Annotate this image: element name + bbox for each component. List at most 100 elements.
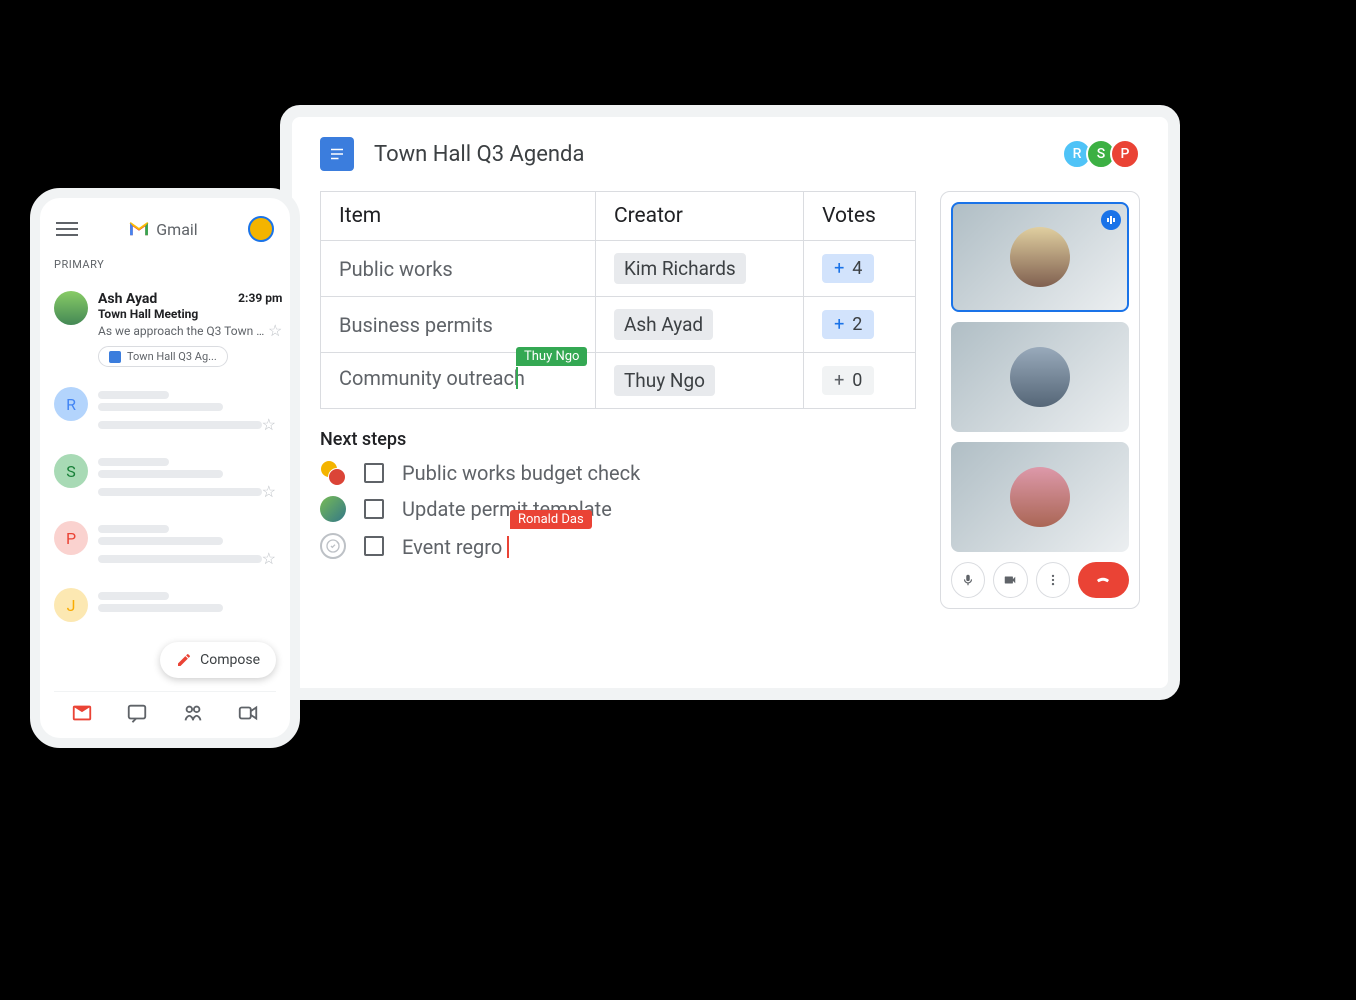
creator-chip[interactable]: Thuy Ngo	[614, 365, 715, 396]
cell-creator[interactable]: Thuy Ngo	[595, 353, 803, 409]
primary-tab-label[interactable]: PRIMARY	[54, 254, 276, 281]
agenda-table[interactable]: Item Creator Votes Public works Kim Rich…	[320, 191, 916, 409]
pencil-icon	[176, 652, 192, 668]
compose-label: Compose	[200, 652, 260, 668]
next-steps-section: Next steps Public works budget check Upd…	[320, 429, 916, 559]
mic-button[interactable]	[951, 562, 985, 598]
plus-icon: +	[834, 314, 844, 335]
task-checkbox[interactable]	[364, 536, 384, 556]
email-placeholder[interactable]: R ☆	[54, 377, 276, 444]
task-checkbox[interactable]	[364, 463, 384, 483]
collab-cursor-label: Thuy Ngo	[516, 347, 587, 366]
cell-item[interactable]: Community outreach Thuy Ngo	[321, 353, 596, 409]
cell-votes[interactable]: +4	[804, 241, 916, 297]
col-votes: Votes	[804, 192, 916, 241]
star-icon[interactable]: ☆	[262, 482, 276, 501]
collaborator-avatar[interactable]: P	[1110, 139, 1140, 169]
meet-tile[interactable]	[951, 322, 1129, 432]
task-text[interactable]: Event regro Ronald Das	[402, 532, 509, 559]
meet-tile-active[interactable]	[951, 202, 1129, 312]
star-icon[interactable]: ☆	[262, 415, 276, 434]
next-steps-heading: Next steps	[320, 429, 916, 450]
attachment-name: Town Hall Q3 Ag...	[127, 350, 217, 363]
email-time: 2:39 pm	[238, 291, 282, 307]
meet-participant-video	[1010, 347, 1070, 407]
cell-item[interactable]: Business permits	[321, 297, 596, 353]
table-row[interactable]: Community outreach Thuy Ngo Thuy Ngo +0	[321, 353, 916, 409]
doc-header: Town Hall Q3 Agenda R S P	[320, 137, 1140, 171]
star-icon[interactable]: ☆	[268, 321, 282, 340]
email-placeholder[interactable]: P ☆	[54, 511, 276, 578]
task-text[interactable]: Public works budget check	[402, 461, 640, 485]
docs-icon	[320, 137, 354, 171]
laptop-device: Town Hall Q3 Agenda R S P Item Creator V…	[280, 105, 1180, 700]
vote-chip[interactable]: +0	[822, 366, 874, 395]
collab-cursor-green	[516, 367, 518, 389]
table-row[interactable]: Public works Kim Richards +4	[321, 241, 916, 297]
hamburger-icon[interactable]	[56, 218, 78, 240]
meet-tile[interactable]	[951, 442, 1129, 552]
collab-cursor-label: Ronald Das	[510, 510, 592, 529]
task-assign-icon[interactable]	[320, 533, 346, 559]
cell-item[interactable]: Public works	[321, 241, 596, 297]
more-options-button[interactable]	[1036, 562, 1070, 598]
nav-spaces-icon[interactable]	[182, 702, 204, 724]
creator-chip[interactable]: Ash Ayad	[614, 309, 713, 340]
sender-avatar: P	[54, 521, 88, 555]
star-icon[interactable]: ☆	[262, 549, 276, 568]
vote-chip[interactable]: +4	[822, 254, 874, 283]
col-item: Item	[321, 192, 596, 241]
email-item[interactable]: Ash Ayad 2:39 pm Town Hall Meeting As we…	[54, 281, 276, 377]
table-header-row: Item Creator Votes	[321, 192, 916, 241]
cell-creator[interactable]: Kim Richards	[595, 241, 803, 297]
nav-mail-icon[interactable]	[71, 702, 93, 724]
doc-title[interactable]: Town Hall Q3 Agenda	[374, 142, 1048, 167]
hangup-button[interactable]	[1078, 562, 1129, 598]
sender-avatar: R	[54, 387, 88, 421]
app-name: Gmail	[156, 220, 197, 239]
sender-avatar: J	[54, 588, 88, 622]
gmail-logo: Gmail	[128, 220, 197, 239]
meet-controls	[951, 562, 1129, 598]
collaborator-chips: R S P	[1068, 139, 1140, 169]
docs-mini-icon	[109, 351, 121, 363]
creator-chip[interactable]: Kim Richards	[614, 253, 746, 284]
phone-device: Gmail PRIMARY Ash Ayad 2:39 pm Town Hall…	[30, 188, 300, 748]
attachment-chip[interactable]: Town Hall Q3 Ag...	[98, 346, 228, 367]
email-sender: Ash Ayad	[98, 291, 157, 307]
email-preview: As we approach the Q3 Town Ha...	[98, 324, 268, 338]
camera-button[interactable]	[993, 562, 1027, 598]
nav-meet-icon[interactable]	[237, 702, 259, 724]
collab-cursor-red	[507, 536, 509, 558]
email-subject: Town Hall Meeting	[98, 307, 282, 321]
meet-participant-video	[1010, 227, 1070, 287]
task-row[interactable]: Update permit template	[320, 496, 916, 522]
plus-icon: +	[834, 258, 844, 279]
phone-header: Gmail	[54, 212, 276, 254]
task-checkbox[interactable]	[364, 499, 384, 519]
sender-avatar	[54, 291, 88, 325]
plus-icon: +	[834, 370, 844, 391]
email-placeholder[interactable]: J	[54, 578, 276, 632]
task-assignee-avatar[interactable]	[320, 496, 346, 522]
task-row[interactable]: Event regro Ronald Das	[320, 532, 916, 559]
doc-main: Item Creator Votes Public works Kim Rich…	[320, 191, 916, 609]
task-assignee-pair-avatar[interactable]	[320, 460, 346, 486]
compose-button[interactable]: Compose	[160, 642, 276, 678]
profile-avatar[interactable]	[248, 216, 274, 242]
task-row[interactable]: Public works budget check	[320, 460, 916, 486]
speaking-indicator-icon	[1101, 210, 1121, 230]
sender-avatar: S	[54, 454, 88, 488]
nav-chat-icon[interactable]	[126, 702, 148, 724]
cell-votes[interactable]: +2	[804, 297, 916, 353]
cell-creator[interactable]: Ash Ayad	[595, 297, 803, 353]
phone-bottom-nav	[54, 691, 276, 724]
doc-body: Item Creator Votes Public works Kim Rich…	[320, 191, 1140, 609]
vote-chip[interactable]: +2	[822, 310, 874, 339]
email-placeholder[interactable]: S ☆	[54, 444, 276, 511]
cell-votes[interactable]: +0	[804, 353, 916, 409]
gmail-icon	[128, 221, 150, 237]
meet-participant-video	[1010, 467, 1070, 527]
table-row[interactable]: Business permits Ash Ayad +2	[321, 297, 916, 353]
col-creator: Creator	[595, 192, 803, 241]
